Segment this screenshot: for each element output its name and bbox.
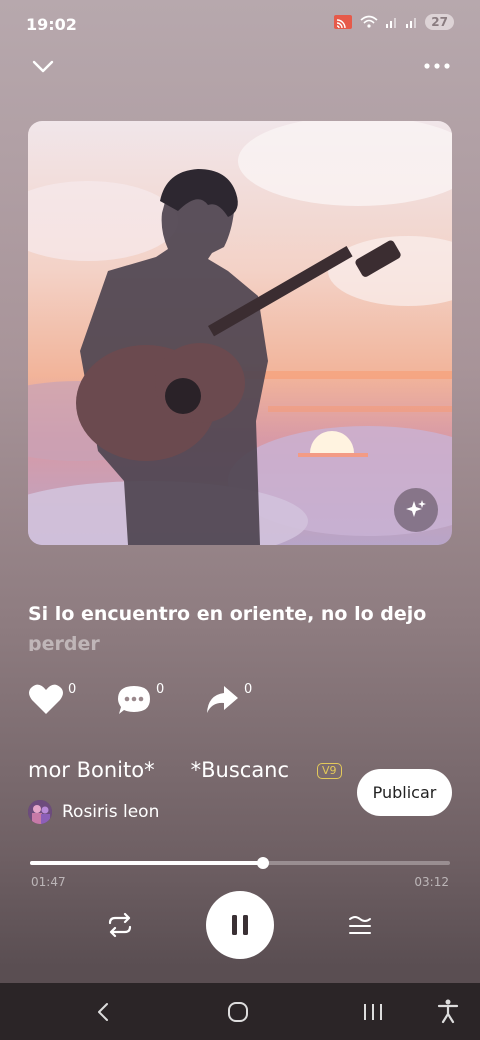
share-icon bbox=[207, 686, 238, 713]
status-time: 19:02 bbox=[26, 15, 77, 34]
progress-fill bbox=[30, 861, 264, 865]
social-actions: 0 0 0 bbox=[0, 682, 480, 726]
repeat-icon[interactable] bbox=[104, 911, 136, 939]
wifi-icon bbox=[360, 15, 378, 28]
signal-icon bbox=[386, 18, 397, 28]
like-count: 0 bbox=[68, 682, 77, 697]
like-button[interactable]: 0 bbox=[28, 682, 76, 726]
playback-controls bbox=[0, 891, 480, 959]
playlist-icon[interactable] bbox=[346, 911, 374, 939]
accessibility-icon[interactable] bbox=[436, 998, 460, 1024]
magic-effect-button[interactable] bbox=[394, 488, 438, 532]
progress-knob[interactable] bbox=[257, 857, 270, 869]
v9-badge: V9 bbox=[317, 763, 342, 779]
more-horizontal-icon[interactable] bbox=[422, 56, 452, 76]
song-title[interactable]: mor Bonito* *Buscanc bbox=[28, 758, 304, 782]
next-lyric-line: perder bbox=[28, 633, 100, 651]
chevron-down-icon[interactable] bbox=[30, 56, 56, 76]
pause-button[interactable] bbox=[206, 891, 274, 959]
recent-apps-icon[interactable] bbox=[360, 1000, 386, 1024]
comment-button[interactable]: 0 bbox=[116, 682, 164, 726]
back-icon[interactable] bbox=[92, 1000, 116, 1024]
share-count: 0 bbox=[244, 682, 253, 697]
progress-slider[interactable] bbox=[30, 857, 450, 869]
artist-row[interactable]: Rosiris leon bbox=[28, 798, 159, 826]
sparkle-icon bbox=[406, 500, 426, 517]
pause-icon bbox=[232, 915, 248, 935]
heart-icon bbox=[29, 684, 63, 714]
system-nav-bar bbox=[0, 983, 480, 1040]
song-title-part-2: *Buscanc bbox=[190, 758, 290, 782]
status-icons: 27 bbox=[333, 14, 454, 30]
artist-name: Rosiris leon bbox=[62, 802, 160, 822]
song-title-part-1: mor Bonito* bbox=[28, 758, 155, 782]
status-bar: 19:02 27 bbox=[0, 0, 480, 50]
current-lyric-line: Si lo encuentro en oriente, no lo dejo bbox=[28, 603, 427, 625]
signal-icon-2 bbox=[406, 18, 417, 28]
avatar bbox=[28, 800, 52, 824]
elapsed-time: 01:47 bbox=[31, 875, 66, 889]
share-button[interactable]: 0 bbox=[204, 682, 252, 726]
home-icon[interactable] bbox=[226, 1000, 250, 1024]
publish-button[interactable]: Publicar bbox=[357, 769, 452, 816]
player-top-bar bbox=[0, 52, 480, 84]
battery-indicator: 27 bbox=[425, 14, 454, 30]
comment-count: 0 bbox=[156, 682, 165, 697]
album-cover bbox=[28, 121, 452, 545]
total-time: 03:12 bbox=[414, 875, 449, 889]
cover-illustration bbox=[28, 121, 452, 545]
cast-icon bbox=[334, 15, 353, 29]
comment-icon bbox=[118, 686, 150, 714]
